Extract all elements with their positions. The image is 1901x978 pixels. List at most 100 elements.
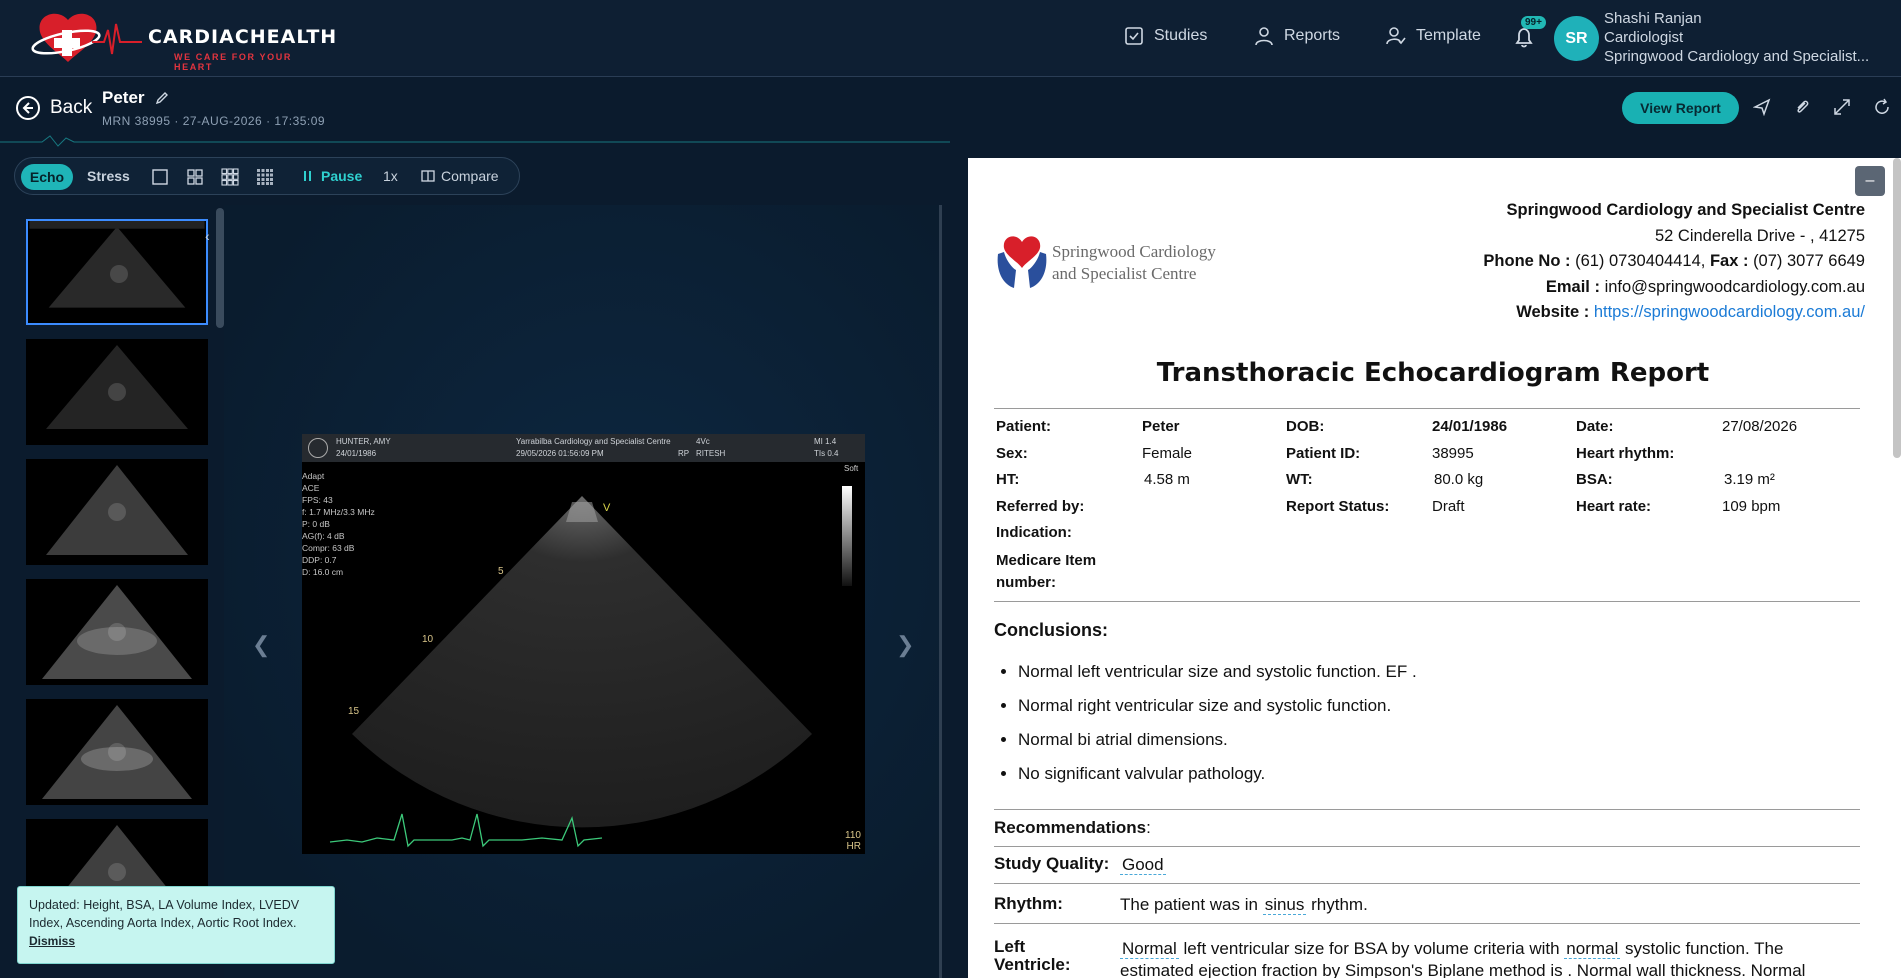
nav-reports[interactable]: Reports: [1254, 26, 1340, 46]
patient-id-label: Patient ID:: [1286, 445, 1361, 462]
thumbnail-strip: [14, 205, 224, 978]
us-depth-15: 15: [348, 706, 360, 717]
divider: [994, 883, 1860, 884]
us-clinic: Yarrabilba Cardiology and Specialist Cen…: [516, 437, 671, 446]
pulse-divider-icon: [0, 135, 950, 147]
rhythm-value[interactable]: sinus: [1262, 895, 1307, 915]
brand-logo[interactable]: CARDIACHEALTH WE CARE FOR YOUR HEART: [28, 10, 336, 72]
clinic-name: Springwood Cardiology and Specialist Cen…: [1506, 201, 1865, 219]
viewer-toolbar: Echo Stress Pause 1x Compare: [14, 157, 520, 195]
paperclip-icon[interactable]: [1793, 98, 1811, 116]
avatar[interactable]: SR: [1554, 16, 1599, 61]
divider: [994, 846, 1860, 847]
nav-template-label: Template: [1416, 27, 1481, 44]
report-title: Transthoracic Echocardiogram Report: [1156, 358, 1710, 388]
pause-icon: [304, 171, 311, 181]
pencil-icon[interactable]: [155, 91, 169, 105]
website-link[interactable]: https://springwoodcardiology.com.au/: [1594, 303, 1865, 321]
lv-function-value[interactable]: normal: [1564, 939, 1621, 959]
compare-icon: [421, 170, 435, 182]
us-operator: RITESH: [696, 449, 726, 458]
bsa-label: BSA:: [1576, 471, 1613, 488]
list-item: Normal bi atrial dimensions.: [1018, 728, 1417, 752]
layout-1x1-icon[interactable]: [151, 168, 169, 186]
rhythm-label: Rhythm:: [994, 894, 1063, 913]
thumbnail-3[interactable]: [26, 459, 208, 565]
left-ventricle-text: Normal left ventricular size for BSA by …: [1120, 939, 1806, 978]
user-name: Shashi Ranjan: [1604, 10, 1702, 27]
conclusions-list: Normal left ventricular size and systoli…: [1018, 660, 1417, 796]
bsa-value: 3.19 m²: [1724, 471, 1775, 488]
layout-4x4-icon[interactable]: [256, 168, 274, 186]
wt-label: WT:: [1286, 471, 1313, 488]
notification-badge: 99+: [1521, 16, 1546, 29]
user-icon: [1255, 27, 1273, 46]
play-icon: [108, 863, 126, 881]
thumbnail-4[interactable]: [26, 579, 208, 685]
bell-icon[interactable]: [1512, 26, 1536, 50]
user-role: Cardiologist: [1604, 29, 1684, 46]
us-datetime: 29/05/2026 01:56:09 PM: [516, 449, 604, 458]
indication-label: Indication:: [996, 524, 1072, 541]
referred-by-label: Referred by:: [996, 498, 1085, 515]
speed-button[interactable]: 1x: [383, 168, 398, 184]
report-status-label: Report Status:: [1286, 498, 1390, 515]
lv-size-value[interactable]: Normal: [1120, 939, 1179, 959]
study-quality-label: Study Quality:: [994, 854, 1110, 873]
pause-button[interactable]: Pause: [303, 168, 362, 184]
us-tis: TIs 0.4: [814, 449, 839, 458]
refresh-icon[interactable]: [1873, 98, 1891, 116]
date-value: 27/08/2026: [1722, 418, 1798, 435]
medicare-label-1: Medicare Item: [996, 552, 1097, 569]
nav-template[interactable]: Template: [1386, 26, 1481, 46]
list-item: Normal left ventricular size and systoli…: [1018, 660, 1417, 684]
us-params: Adapt ACE FPS: 43 f: 1.7 MHz/3.3 MHz P: …: [302, 471, 375, 577]
medicare-label-2: number:: [996, 574, 1056, 591]
user-check-icon: [1386, 27, 1406, 45]
thumbnail-scrollbar[interactable]: [216, 208, 224, 328]
clinic-logo-line1: Springwood Cardiology: [1052, 242, 1216, 261]
clinic-logo-line2: and Specialist Centre: [1052, 264, 1197, 283]
back-button[interactable]: Back: [16, 96, 92, 120]
view-report-button[interactable]: View Report: [1622, 92, 1739, 124]
study-quality-value[interactable]: Good: [1120, 854, 1166, 876]
update-toast: Updated: Height, BSA, LA Volume Index, L…: [17, 886, 335, 964]
layout-3x3-icon[interactable]: [221, 168, 239, 186]
us-marker: V: [603, 502, 611, 514]
previous-image-icon[interactable]: ❮: [252, 632, 270, 658]
report-scrollbar[interactable]: [1893, 158, 1901, 458]
patient-id-value: 38995: [1432, 445, 1474, 462]
thumbnail-2[interactable]: [26, 339, 208, 445]
send-icon[interactable]: [1753, 98, 1771, 116]
clinic-logo: Springwood Cardiology and Specialist Cen…: [994, 230, 1216, 292]
dismiss-button[interactable]: Dismiss: [29, 932, 323, 950]
layout-2x2-icon[interactable]: [186, 168, 204, 186]
tab-echo[interactable]: Echo: [21, 164, 73, 190]
clinic-phone: Phone No : (61) 0730404414, Fax : (07) 3…: [1483, 252, 1865, 270]
next-image-icon[interactable]: ❯: [896, 632, 914, 658]
thumbnail-1[interactable]: [26, 219, 208, 325]
clinic-info: Springwood Cardiology and Specialist Cen…: [1483, 198, 1865, 326]
play-icon: [108, 623, 126, 641]
us-rp: RP: [678, 449, 690, 458]
clinic-address: 52 Cinderella Drive - , 41275: [1654, 226, 1865, 245]
us-mi: MI 1.4: [814, 437, 837, 446]
patient-name-text: Peter: [102, 88, 145, 107]
chevron-left-icon[interactable]: ‹: [205, 228, 210, 244]
nav-studies[interactable]: Studies: [1124, 26, 1207, 46]
expand-icon[interactable]: [1833, 98, 1851, 116]
date-label: Date:: [1576, 418, 1614, 435]
divider: [994, 923, 1860, 924]
us-depth-5: 5: [498, 566, 504, 577]
ultrasound-image[interactable]: HUNTER, AMY 24/01/1986 Yarrabilba Cardio…: [302, 434, 865, 854]
compare-label: Compare: [441, 168, 499, 184]
rhythm-text: The patient was in sinus rhythm.: [1120, 895, 1368, 915]
tab-stress[interactable]: Stress: [87, 168, 130, 184]
heart-rhythm-label: Heart rhythm:: [1576, 445, 1675, 462]
minimize-button[interactable]: –: [1855, 166, 1885, 196]
thumbnail-5[interactable]: [26, 699, 208, 805]
us-heart-rate: 110 HR: [845, 830, 861, 852]
divider: [994, 809, 1860, 810]
patient-meta: MRN 38995 · 27-AUG-2026 · 17:35:09: [102, 114, 326, 128]
compare-button[interactable]: Compare: [421, 168, 499, 184]
